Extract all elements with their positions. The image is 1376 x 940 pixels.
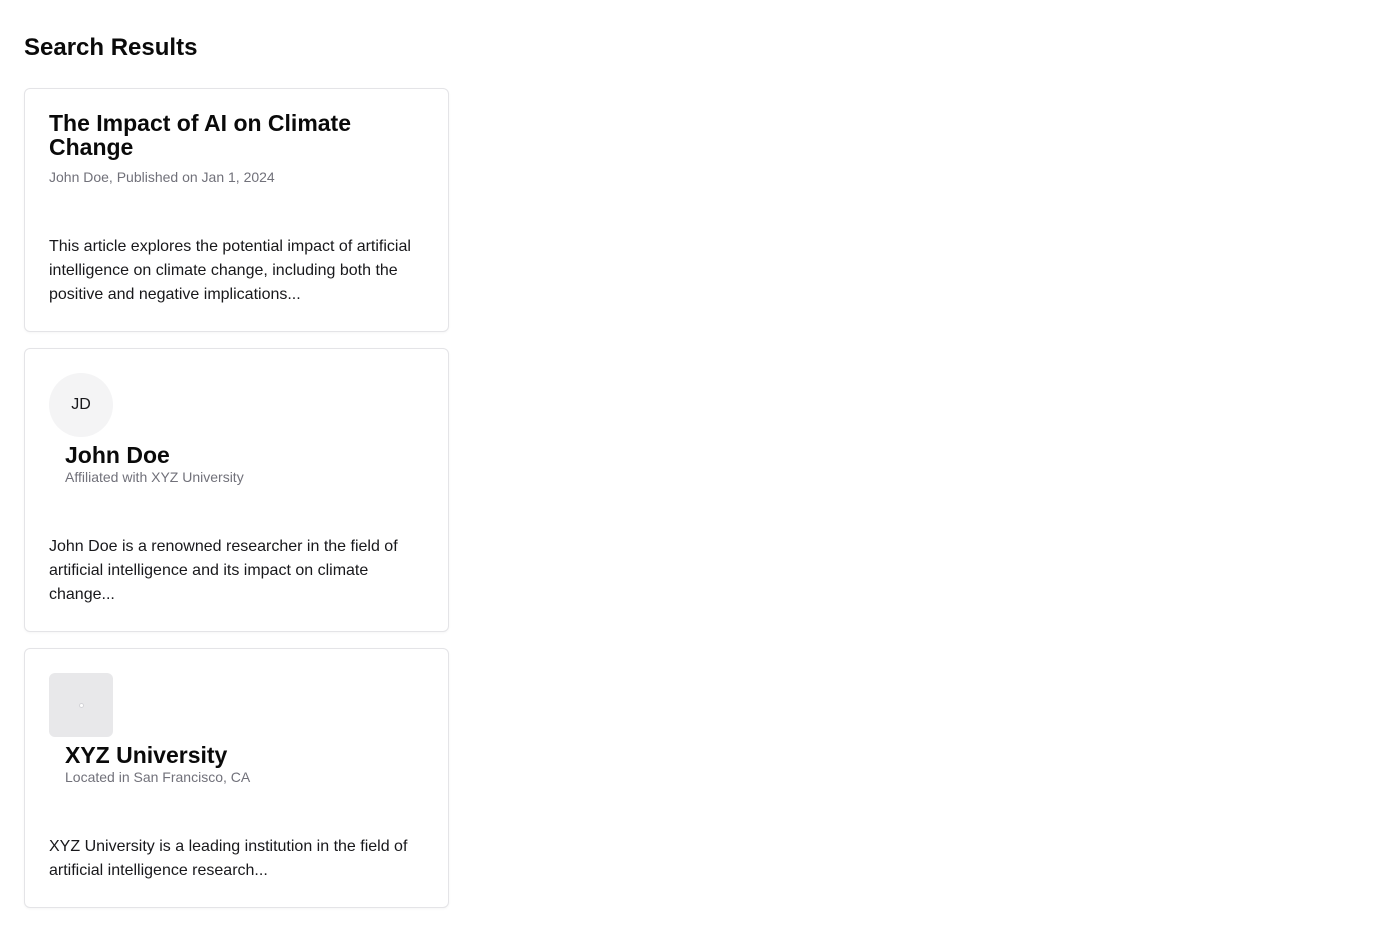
article-description: This article explores the potential impa…: [49, 238, 411, 303]
person-description: John Doe is a renowned researcher in the…: [49, 538, 398, 603]
institution-description: XYZ University is a leading institution …: [49, 838, 408, 879]
person-name[interactable]: John Doe: [65, 441, 170, 469]
article-result-card[interactable]: The Impact of AI on Climate Change John …: [24, 88, 449, 332]
logo-placeholder-dot: [78, 702, 84, 708]
article-title[interactable]: The Impact of AI on Climate Change: [49, 111, 419, 159]
page-title: Search Results: [24, 34, 198, 61]
person-affiliation: Affiliated with XYZ University: [65, 469, 244, 485]
institution-name[interactable]: XYZ University: [65, 741, 227, 769]
institution-location: Located in San Francisco, CA: [65, 769, 251, 785]
institution-result-card[interactable]: XYZ University Located in San Francisco,…: [24, 648, 449, 908]
search-results-page: Search Results The Impact of AI on Clima…: [0, 0, 1376, 940]
institution-logo-icon: [49, 673, 113, 737]
person-result-card[interactable]: JD John Doe Affiliated with XYZ Universi…: [24, 348, 449, 632]
article-meta: John Doe, Published on Jan 1, 2024: [49, 169, 275, 185]
avatar: JD: [49, 373, 113, 437]
